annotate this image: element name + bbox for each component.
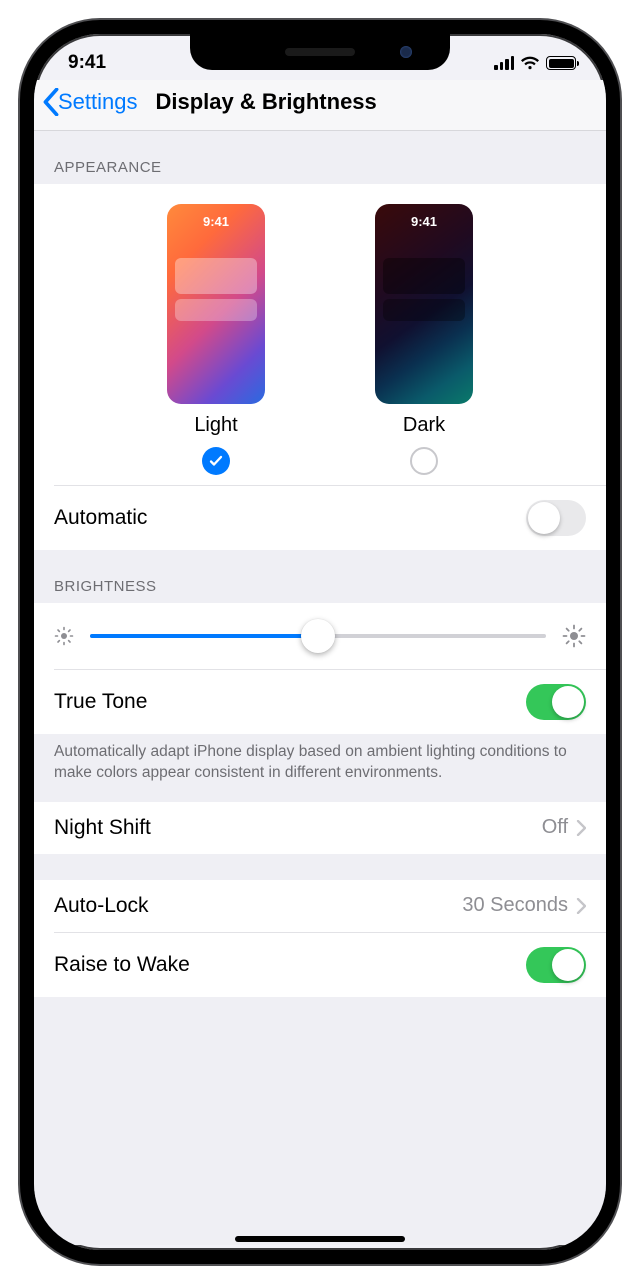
light-label: Light: [194, 414, 237, 437]
nav-bar: Settings Display & Brightness: [34, 80, 606, 131]
chevron-right-icon: [576, 898, 586, 914]
brightness-slider[interactable]: [90, 621, 546, 651]
checkmark-icon: [208, 453, 224, 469]
appearance-panel: 9:41 Light 9:41 Dark: [34, 184, 606, 550]
wifi-icon: [520, 56, 540, 70]
light-preview-thumbnail: 9:41: [167, 204, 265, 404]
iphone-frame: 9:41 Settings Display & Brightness APPEA…: [20, 20, 620, 1264]
battery-icon: [546, 56, 576, 70]
brightness-slider-row: [34, 603, 606, 669]
sun-min-icon: [54, 626, 74, 646]
notch: [190, 34, 450, 70]
raise-to-wake-toggle[interactable]: [526, 947, 586, 983]
cellular-signal-icon: [494, 56, 514, 70]
automatic-toggle[interactable]: [526, 500, 586, 536]
night-shift-value: Off: [542, 816, 568, 839]
true-tone-row: True Tone: [34, 670, 606, 734]
light-radio[interactable]: [202, 447, 230, 475]
chevron-right-icon: [576, 820, 586, 836]
auto-lock-value: 30 Seconds: [462, 894, 568, 917]
page-title: Display & Brightness: [156, 89, 377, 115]
appearance-option-dark[interactable]: 9:41 Dark: [375, 204, 473, 475]
appearance-option-light[interactable]: 9:41 Light: [167, 204, 265, 475]
auto-lock-row[interactable]: Auto-Lock 30 Seconds: [34, 880, 606, 932]
dark-preview-thumbnail: 9:41: [375, 204, 473, 404]
section-header-appearance: APPEARANCE: [34, 131, 606, 184]
section-header-brightness: BRIGHTNESS: [34, 550, 606, 603]
auto-lock-label: Auto-Lock: [54, 894, 149, 918]
true-tone-description: Automatically adapt iPhone display based…: [34, 734, 606, 802]
dark-radio[interactable]: [410, 447, 438, 475]
night-shift-row[interactable]: Night Shift Off: [34, 802, 606, 854]
settings-content[interactable]: APPEARANCE 9:41 Light 9:41: [34, 131, 606, 1245]
back-label: Settings: [58, 89, 138, 115]
raise-to-wake-label: Raise to Wake: [54, 953, 190, 977]
true-tone-toggle[interactable]: [526, 684, 586, 720]
automatic-label: Automatic: [54, 506, 147, 530]
sun-max-icon: [562, 624, 586, 648]
automatic-row: Automatic: [34, 486, 606, 550]
night-shift-label: Night Shift: [54, 816, 151, 840]
raise-to-wake-row: Raise to Wake: [34, 933, 606, 997]
true-tone-label: True Tone: [54, 690, 147, 714]
dark-label: Dark: [403, 414, 445, 437]
status-time: 9:41: [68, 52, 106, 74]
home-indicator[interactable]: [235, 1236, 405, 1242]
back-button[interactable]: Settings: [42, 88, 138, 116]
